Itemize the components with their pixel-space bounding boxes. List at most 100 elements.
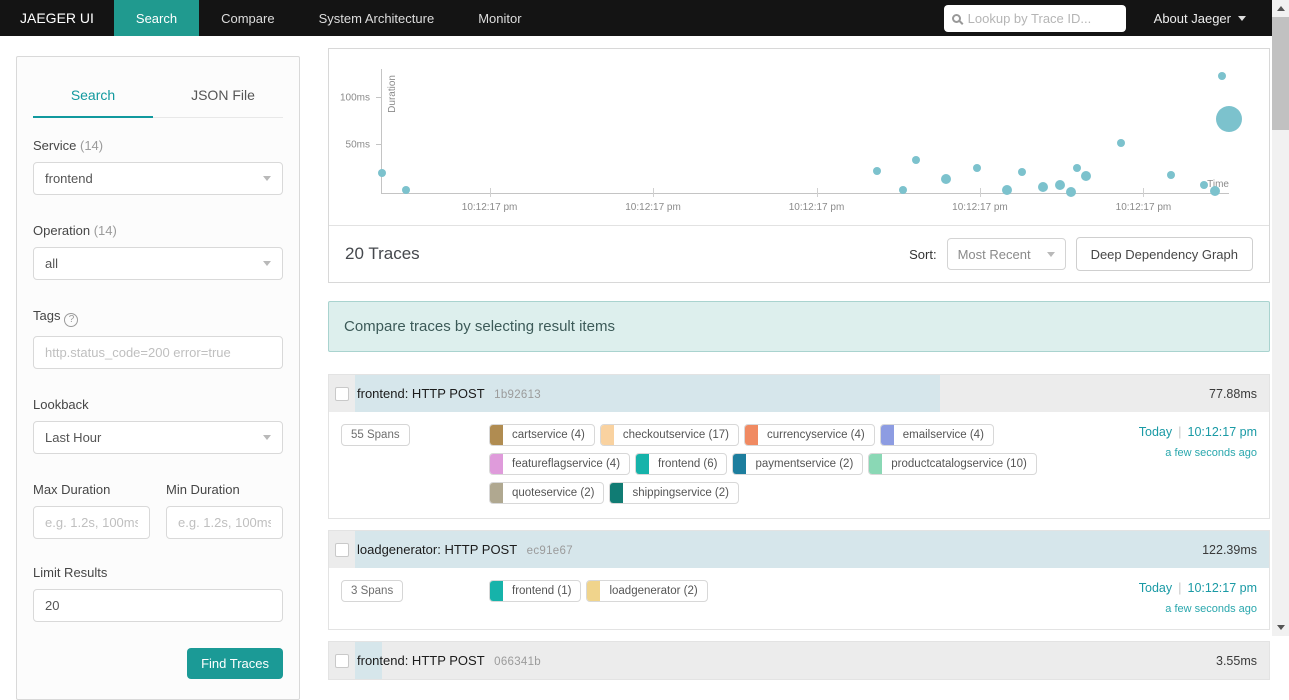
service-tag: frontend (1) <box>489 580 582 602</box>
trace-list: frontend: HTTP POST 1b92613 77.88ms 55 S… <box>328 374 1270 680</box>
nav-item-monitor[interactable]: Monitor <box>456 0 543 36</box>
trace-date-link[interactable]: Today <box>1139 581 1172 595</box>
scrollbar-thumb[interactable] <box>1272 17 1289 130</box>
service-tag-label: frontend (6) <box>658 458 718 470</box>
service-color-swatch <box>490 483 503 503</box>
trace-id: 1b92613 <box>490 389 542 401</box>
trace-id: 066341b <box>490 656 542 668</box>
service-tag: emailservice (4) <box>879 424 994 446</box>
service-tag-label: currencyservice (4) <box>766 429 865 441</box>
trace-scatter-point[interactable] <box>1018 168 1027 177</box>
service-select[interactable]: frontend <box>33 162 283 195</box>
trace-scatter-point[interactable] <box>1216 105 1242 132</box>
tab-json-file[interactable]: JSON File <box>163 75 283 117</box>
nav-item-system-architecture[interactable]: System Architecture <box>297 0 457 36</box>
trace-title: frontend: HTTP POST 1b92613 <box>357 386 542 401</box>
trace-header[interactable]: frontend: HTTP POST 066341b 3.55ms <box>329 642 1269 679</box>
trace-result-item: frontend: HTTP POST 066341b 3.55ms <box>328 641 1270 680</box>
service-color-swatch <box>880 425 894 445</box>
operation-select-value: all <box>45 256 59 271</box>
trace-scatter-point[interactable] <box>378 168 386 177</box>
service-tag: loadgenerator (2) <box>586 580 708 602</box>
service-color-swatch <box>636 454 650 474</box>
x-tick-label: 10:12:17 pm <box>625 202 681 213</box>
trace-date-link[interactable]: Today <box>1139 425 1172 439</box>
search-icon <box>951 13 961 23</box>
help-icon[interactable]: ? <box>64 313 79 327</box>
trace-scatter-point[interactable] <box>1054 180 1065 191</box>
trace-scatter-point[interactable] <box>1072 164 1081 173</box>
nav-item-search[interactable]: Search <box>113 0 200 36</box>
trace-id-search-box[interactable] <box>943 4 1126 32</box>
trace-scatter-point[interactable] <box>1002 185 1013 196</box>
scroll-up-icon[interactable] <box>1277 6 1285 11</box>
trace-checkbox[interactable] <box>335 386 349 401</box>
min-duration-input[interactable] <box>178 515 271 530</box>
chevron-down-icon <box>1238 15 1246 21</box>
tags-input[interactable] <box>45 345 271 360</box>
limit-results-label: Limit Results <box>33 565 108 580</box>
deep-dependency-graph-button[interactable]: Deep Dependency Graph <box>1075 237 1253 271</box>
trace-scatter-point[interactable] <box>912 155 921 164</box>
sort-select-value: Most Recent <box>957 246 1031 262</box>
trace-scatter-point[interactable] <box>972 164 981 173</box>
find-traces-button[interactable]: Find Traces <box>187 648 283 679</box>
trace-scatter-point[interactable] <box>401 186 410 195</box>
top-nav: JAEGER UI Search Compare System Architec… <box>0 0 1272 36</box>
trace-scatter-point[interactable] <box>1218 72 1227 81</box>
x-tick-mark <box>489 188 491 197</box>
trace-checkbox[interactable] <box>335 653 349 668</box>
y-tick-mark <box>376 96 382 98</box>
trace-scatter-point[interactable] <box>898 186 907 195</box>
about-jaeger-menu[interactable]: About Jaeger <box>1154 11 1272 26</box>
about-jaeger-label: About Jaeger <box>1153 10 1231 26</box>
min-duration-label: Min Duration <box>166 482 240 497</box>
chevron-down-icon <box>263 261 271 266</box>
max-duration-input[interactable] <box>45 515 138 530</box>
span-count-badge: 3 Spans <box>341 580 404 602</box>
max-duration-label: Max Duration <box>33 482 111 497</box>
trace-duration: 77.88ms <box>1209 386 1257 401</box>
tab-search[interactable]: Search <box>33 75 153 118</box>
service-tag: shippingservice (2) <box>609 482 739 504</box>
x-tick-mark <box>653 188 655 197</box>
trace-time-link[interactable]: 10:12:17 pm <box>1188 581 1258 595</box>
trace-relative-time: a few seconds ago <box>1165 447 1257 459</box>
trace-title: loadgenerator: HTTP POST ec91e67 <box>357 542 573 557</box>
scroll-down-icon[interactable] <box>1277 625 1285 630</box>
service-tag: productcatalogservice (10) <box>868 453 1037 475</box>
timestamp-separator: | <box>1178 424 1182 439</box>
duration-scatter-chart: Duration Time 50ms 100ms 10:12:17 pm 10:12:… <box>329 49 1269 225</box>
trace-time-link[interactable]: 10:12:17 pm <box>1188 425 1258 439</box>
sort-label: Sort: <box>909 246 937 262</box>
service-color-swatch <box>587 581 601 601</box>
trace-scatter-point[interactable] <box>1210 186 1221 197</box>
service-tag-label: shippingservice (2) <box>632 487 729 499</box>
trace-scatter-point[interactable] <box>872 167 881 176</box>
service-tag-list: frontend (1) loadgenerator (2) <box>489 580 1087 615</box>
trace-scatter-point[interactable] <box>1116 139 1125 148</box>
nav-item-compare[interactable]: Compare <box>199 0 296 36</box>
trace-scatter-point[interactable] <box>941 173 952 184</box>
trace-checkbox[interactable] <box>335 542 349 557</box>
chevron-down-icon <box>263 176 271 181</box>
trace-scatter-point[interactable] <box>1037 182 1048 193</box>
lookback-select[interactable]: Last Hour <box>33 421 283 454</box>
operation-select[interactable]: all <box>33 247 283 280</box>
trace-scatter-point[interactable] <box>1166 170 1175 179</box>
service-color-swatch <box>490 581 503 601</box>
limit-results-input[interactable] <box>45 598 271 613</box>
trace-header[interactable]: frontend: HTTP POST 1b92613 77.88ms <box>329 375 1269 412</box>
trace-scatter-point[interactable] <box>1065 187 1076 198</box>
trace-scatter-point[interactable] <box>1080 170 1091 181</box>
vertical-scrollbar[interactable] <box>1272 0 1289 636</box>
trace-id-search-input[interactable] <box>967 10 1108 26</box>
service-tag-label: featureflagservice (4) <box>512 458 621 470</box>
service-tag-label: emailservice (4) <box>902 429 984 441</box>
service-tag-label: productcatalogservice (10) <box>891 458 1027 470</box>
service-tag-label: checkoutservice (17) <box>622 429 729 441</box>
trace-header[interactable]: loadgenerator: HTTP POST ec91e67 122.39m… <box>329 531 1269 568</box>
lookback-label: Lookback <box>33 397 89 412</box>
sort-select[interactable]: Most Recent <box>946 238 1066 270</box>
results-summary-card: Duration Time 50ms 100ms 10:12:17 pm 10:12:… <box>328 48 1270 283</box>
